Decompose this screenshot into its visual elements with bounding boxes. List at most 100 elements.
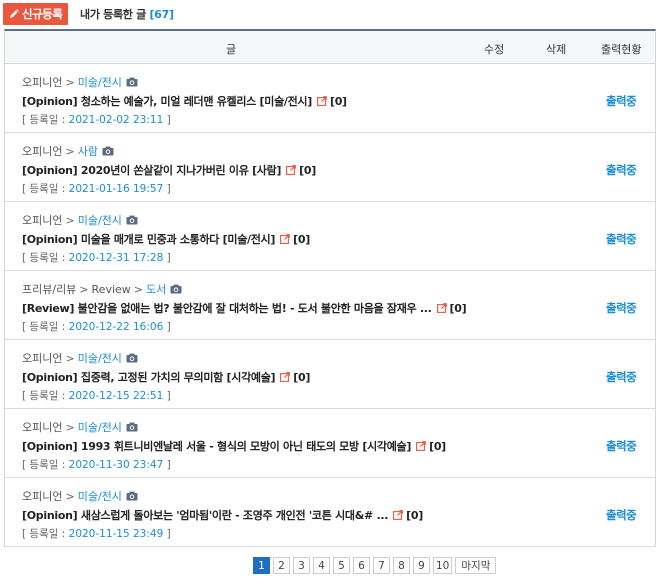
breadcrumb-section: 오피니언: [22, 76, 63, 89]
table-body: 오피니언 > 미술/전시 [Opinion] 청소하는 예술가, 미얼 레더맨 유켈리…: [5, 64, 655, 547]
breadcrumb-category[interactable]: 미술/전시: [78, 421, 122, 434]
table-row: 오피니언 > 미술/전시 [Opinion] 1993 휘트니비엔날레 서울 - 형식…: [5, 409, 655, 478]
date-value: 2020-11-30 23:47: [68, 459, 164, 471]
post-title[interactable]: [Opinion] 2020년이 쏜살같이 지나가버린 이유 [사람]: [22, 164, 281, 177]
my-posts-heading: 내가 등록한 글 [67]: [80, 6, 174, 22]
status-link[interactable]: 출력중: [606, 93, 637, 109]
page-4-button[interactable]: 4: [313, 557, 330, 574]
breadcrumb-separator: >: [133, 283, 143, 296]
table-row: 오피니언 > 미술/전시 [Opinion] 미술을 매개로 민중과 소통하다 [미술…: [5, 202, 655, 271]
post-title-line: [Opinion] 1993 휘트니비엔날레 서울 - 형식의 모방이 아닌 태…: [22, 438, 446, 454]
post-title[interactable]: [Opinion] 집중력, 고정된 가치의 무의미함 [시각예술]: [22, 371, 276, 384]
date-value: 2020-12-15 22:51: [68, 390, 164, 402]
breadcrumb-section: 오피니언: [22, 421, 63, 434]
registered-date: [ 등록일 : 2021-02-02 23:11 ]: [22, 112, 171, 127]
camera-icon: [102, 146, 114, 156]
breadcrumb-separator: >: [79, 283, 89, 296]
new-post-label: 신규등록: [22, 7, 63, 21]
post-title[interactable]: [Opinion] 새삼스럽게 돌아보는 '엄마됨'이란 - 조영주 개인전 '…: [22, 509, 388, 522]
my-posts-label: 내가 등록한 글: [80, 8, 146, 21]
external-link-icon[interactable]: [393, 510, 403, 520]
comment-count: [0]: [299, 164, 316, 177]
page-6-button[interactable]: 6: [353, 557, 370, 574]
date-value: 2020-12-22 16:06: [68, 321, 164, 333]
post-title-line: [Opinion] 미술을 매개로 민중과 소통하다 [미술/전시] [0]: [22, 231, 310, 247]
post-title[interactable]: [Opinion] 청소하는 예술가, 미얼 레더맨 유켈리스 [미술/전시]: [22, 95, 312, 108]
date-suffix: ]: [163, 459, 171, 471]
header-edit: 수정: [484, 43, 505, 56]
breadcrumb-section: 오피니언: [22, 214, 63, 227]
date-suffix: ]: [163, 183, 171, 195]
date-prefix: [ 등록일 :: [22, 528, 69, 540]
breadcrumb: 오피니언 > 사람: [22, 143, 114, 159]
last-page-button[interactable]: 마지막: [455, 557, 497, 574]
camera-icon: [126, 215, 138, 225]
page-2-button[interactable]: 2: [273, 557, 290, 574]
post-title[interactable]: [Opinion] 1993 휘트니비엔날레 서울 - 형식의 모방이 아닌 태…: [22, 440, 411, 453]
post-title[interactable]: [Opinion] 미술을 매개로 민중과 소통하다 [미술/전시]: [22, 233, 275, 246]
status-link[interactable]: 출력중: [606, 162, 637, 178]
my-posts-count: [67]: [149, 8, 174, 21]
date-value: 2021-02-02 23:11: [68, 114, 164, 126]
external-link-icon[interactable]: [416, 441, 426, 451]
camera-icon: [126, 353, 138, 363]
status-link[interactable]: 출력중: [606, 369, 637, 385]
breadcrumb-separator: >: [65, 352, 75, 365]
breadcrumb-section: 오피니언: [22, 352, 63, 365]
breadcrumb: 오피니언 > 미술/전시: [22, 212, 138, 228]
breadcrumb: 프리뷰/리뷰 > Review > 도서: [22, 281, 182, 297]
status-link[interactable]: 출력중: [606, 300, 637, 316]
comment-count: [0]: [293, 371, 311, 384]
table-row: 오피니언 > 미술/전시 [Opinion] 청소하는 예술가, 미얼 레더맨 유켈리…: [5, 64, 655, 133]
breadcrumb-category[interactable]: 미술/전시: [78, 490, 122, 503]
page-1-button[interactable]: 1: [253, 557, 270, 574]
status-link[interactable]: 출력중: [606, 507, 637, 523]
breadcrumb: 오피니언 > 미술/전시: [22, 488, 138, 504]
new-post-button[interactable]: 신규등록: [3, 3, 69, 25]
camera-icon: [170, 284, 182, 294]
table-row: 오피니언 > 미술/전시 [Opinion] 새삼스럽게 돌아보는 '엄마됨'이란 -…: [5, 478, 655, 547]
breadcrumb-category[interactable]: 도서: [146, 283, 166, 296]
breadcrumb-category[interactable]: 사람: [78, 145, 98, 158]
status-link[interactable]: 출력중: [606, 231, 637, 247]
post-title-line: [Opinion] 새삼스럽게 돌아보는 '엄마됨'이란 - 조영주 개인전 '…: [22, 507, 423, 523]
breadcrumb-separator: >: [65, 76, 75, 89]
external-link-icon[interactable]: [286, 165, 297, 175]
page-9-button[interactable]: 9: [413, 557, 430, 574]
page-7-button[interactable]: 7: [373, 557, 390, 574]
breadcrumb-category[interactable]: 미술/전시: [78, 76, 122, 89]
date-prefix: [ 등록일 :: [22, 114, 69, 126]
date-prefix: [ 등록일 :: [22, 252, 69, 264]
date-prefix: [ 등록일 :: [22, 390, 69, 402]
post-title-line: [Opinion] 2020년이 쏜살같이 지나가버린 이유 [사람] [0]: [22, 162, 316, 178]
breadcrumb-sub: Review: [91, 283, 131, 296]
breadcrumb-category[interactable]: 미술/전시: [78, 352, 122, 365]
date-prefix: [ 등록일 :: [22, 183, 69, 195]
header-status: 출력현황: [601, 43, 642, 56]
external-link-icon[interactable]: [280, 372, 291, 382]
date-prefix: [ 등록일 :: [22, 459, 69, 471]
breadcrumb-separator: >: [65, 490, 75, 503]
post-title-line: [Review] 불안감을 없애는 법? 불안감에 잘 대처하는 법! - 도서…: [22, 300, 467, 316]
breadcrumb-category[interactable]: 미술/전시: [78, 214, 122, 227]
page-5-button[interactable]: 5: [333, 557, 350, 574]
comment-count: [0]: [293, 233, 310, 246]
page-10-button[interactable]: 10: [433, 557, 453, 574]
post-title-line: [Opinion] 집중력, 고정된 가치의 무의미함 [시각예술] [0]: [22, 369, 310, 385]
registered-date: [ 등록일 : 2020-12-31 17:28 ]: [22, 250, 171, 265]
registered-date: [ 등록일 : 2020-11-30 23:47 ]: [22, 457, 171, 472]
post-title-line: [Opinion] 청소하는 예술가, 미얼 레더맨 유켈리스 [미술/전시] […: [22, 93, 347, 109]
page-8-button[interactable]: 8: [393, 557, 410, 574]
external-link-icon[interactable]: [317, 96, 327, 106]
external-link-icon[interactable]: [436, 303, 447, 313]
status-link[interactable]: 출력중: [606, 438, 637, 454]
comment-count: [0]: [329, 95, 347, 108]
external-link-icon[interactable]: [280, 234, 290, 244]
camera-icon: [126, 422, 138, 432]
date-value: 2021-01-16 19:57: [68, 183, 164, 195]
comment-count: [0]: [406, 509, 423, 522]
breadcrumb-separator: >: [65, 421, 75, 434]
post-title[interactable]: [Review] 불안감을 없애는 법? 불안감에 잘 대처하는 법! - 도서…: [22, 302, 432, 315]
breadcrumb: 오피니언 > 미술/전시: [22, 419, 138, 435]
page-3-button[interactable]: 3: [293, 557, 310, 574]
